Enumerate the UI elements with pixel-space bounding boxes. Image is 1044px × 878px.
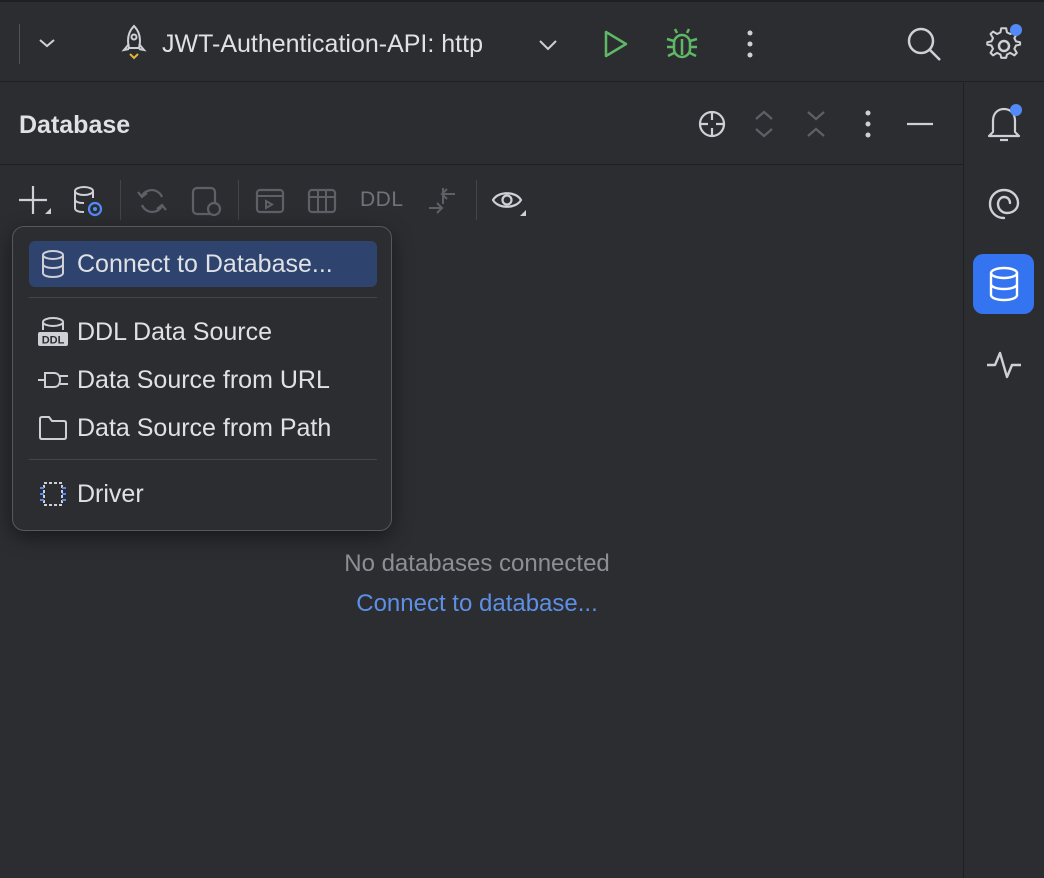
more-actions-icon[interactable]	[738, 26, 762, 62]
panel-title: Database	[19, 111, 131, 139]
ddl-button[interactable]: DDL	[360, 188, 404, 212]
run-configuration-selector[interactable]: JWT-Authentication-API: http	[162, 28, 483, 60]
table-editor-icon[interactable]	[304, 183, 340, 219]
toolbar-separator	[120, 180, 121, 220]
options-menu-icon[interactable]	[856, 107, 880, 141]
plug-icon	[33, 357, 73, 403]
profiler-pulse-icon[interactable]	[983, 343, 1025, 385]
chevron-down-icon[interactable]	[535, 32, 561, 58]
menu-item-driver[interactable]: Driver	[29, 471, 377, 517]
rocket-icon	[118, 24, 150, 64]
notification-badge	[1010, 104, 1022, 116]
menu-item-label: Data Source from Path	[77, 413, 332, 442]
menu-item-label: Data Source from URL	[77, 365, 330, 394]
panel-header-divider	[0, 164, 963, 165]
database-icon	[33, 241, 73, 287]
disconnect-icon[interactable]	[188, 183, 224, 219]
folder-icon	[33, 405, 73, 451]
empty-state-message: No databases connected	[344, 550, 610, 577]
add-icon[interactable]	[16, 183, 54, 219]
settings-update-badge	[1010, 24, 1022, 36]
collapse-all-icon[interactable]	[802, 107, 830, 141]
run-icon[interactable]	[598, 26, 632, 62]
toolbar-separator	[476, 180, 477, 220]
locate-crosshair-icon[interactable]	[696, 108, 728, 140]
menu-item-label: Driver	[77, 479, 144, 508]
database-icon[interactable]	[983, 263, 1025, 305]
menu-item-connect-to-database[interactable]: Connect to Database...	[29, 241, 377, 287]
menu-item-ddl-data-source[interactable]: DDL DDL Data Source	[29, 309, 377, 355]
ai-assistant-icon[interactable]	[983, 183, 1025, 225]
svg-text:DDL: DDL	[42, 335, 65, 347]
main-toolbar: JWT-Authentication-API: http	[0, 0, 1044, 82]
compare-icon[interactable]	[424, 183, 460, 219]
toolbar-separator	[19, 24, 20, 64]
toolbar-separator	[238, 180, 239, 220]
driver-icon	[33, 471, 73, 517]
menu-item-label: Connect to Database...	[77, 249, 333, 278]
add-data-source-menu: Connect to Database... DDL DDL Data Sour…	[12, 226, 392, 531]
ddl-icon: DDL	[33, 309, 73, 355]
expand-all-icon[interactable]	[750, 107, 778, 141]
query-console-icon[interactable]	[252, 183, 288, 219]
search-icon[interactable]	[904, 24, 944, 64]
menu-separator	[29, 459, 377, 460]
menu-item-label: DDL Data Source	[77, 317, 272, 346]
menu-item-data-source-from-url[interactable]: Data Source from URL	[29, 357, 377, 403]
refresh-icon[interactable]	[134, 183, 170, 219]
debug-icon[interactable]	[663, 24, 701, 64]
menu-separator	[29, 297, 377, 298]
minimize-icon[interactable]	[904, 113, 936, 135]
menu-item-data-source-from-path[interactable]: Data Source from Path	[29, 405, 377, 451]
view-options-eye-icon[interactable]	[490, 183, 528, 219]
data-source-properties-icon[interactable]	[70, 183, 106, 219]
chevron-down-icon[interactable]	[34, 30, 60, 56]
connect-to-database-link[interactable]: Connect to database...	[0, 590, 954, 618]
